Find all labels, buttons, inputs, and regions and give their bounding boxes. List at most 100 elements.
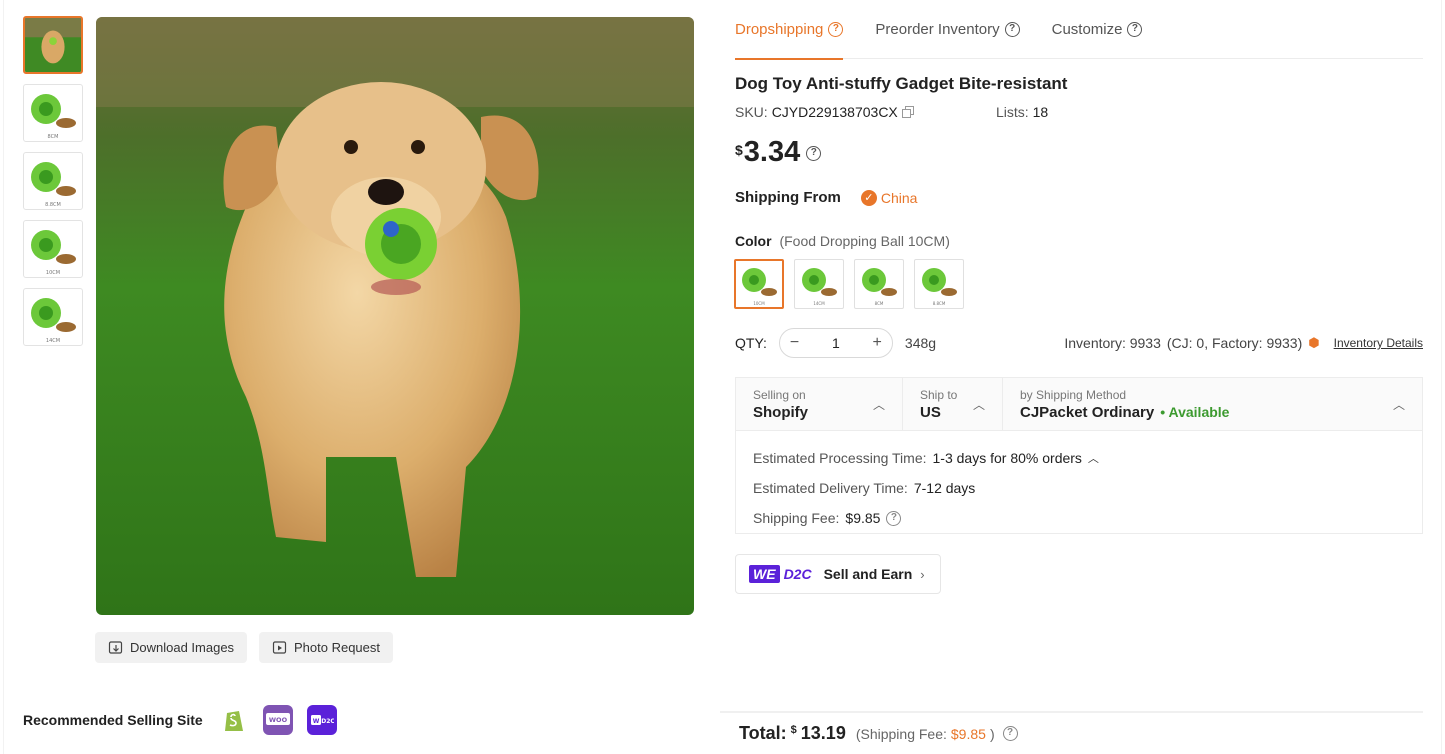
thumbnail-ball-4[interactable]: 14CM — [23, 288, 83, 346]
inventory-details-link[interactable]: Inventory Details — [1334, 336, 1423, 350]
total-fee-prefix: (Shipping Fee: — [855, 725, 947, 742]
total-label: Total: — [739, 723, 787, 743]
inventory: Inventory: 9933 (CJ: 0, Factory: 9933) ⬢… — [1064, 335, 1423, 351]
selling-on-dropdown[interactable]: Selling on Shopify ︿ — [736, 378, 903, 430]
lists-value: 18 — [1032, 104, 1049, 120]
price-currency: $ — [735, 142, 743, 158]
sku-label: SKU: — [735, 104, 768, 120]
processing-value: 1-3 days for 80% orders — [932, 450, 1082, 466]
shopify-icon[interactable] — [218, 705, 249, 735]
shipping-details: Estimated Processing Time: 1-3 days for … — [736, 431, 1422, 545]
left-border — [3, 0, 4, 754]
swatch-size-label: 8CM — [875, 301, 884, 306]
help-icon[interactable]: ? — [886, 510, 902, 526]
tab-customize[interactable]: Customize ? — [1052, 0, 1143, 59]
color-selected: (Food Dropping Ball 10CM) — [779, 233, 950, 249]
ship-to-dropdown[interactable]: Ship to US ︿ — [903, 378, 1003, 430]
processing-time-row: Estimated Processing Time: 1-3 days for … — [753, 443, 1405, 473]
thumb-size-label: 14CM — [46, 338, 60, 344]
shipping-from-option[interactable]: China — [881, 190, 918, 206]
quantity-input[interactable]: 1 — [832, 335, 840, 351]
swatch-size-label: 8.8CM — [933, 301, 946, 306]
shipping-from-label: Shipping From — [735, 189, 841, 206]
help-icon[interactable]: ? — [1004, 22, 1020, 37]
sku-row: SKU: CJYD229138703CX — [735, 104, 914, 120]
color-swatch[interactable]: 8CM — [854, 259, 904, 309]
main-product-image[interactable] — [96, 17, 694, 615]
delivery-label: Estimated Delivery Time: — [753, 480, 908, 496]
lists-count: Lists: 18 — [996, 104, 1048, 120]
color-label: Color — [735, 233, 772, 249]
delivery-time-row: Estimated Delivery Time: 7-12 days — [753, 473, 1405, 503]
delivery-value: 7-12 days — [913, 480, 976, 496]
copy-icon[interactable] — [901, 106, 914, 118]
download-icon — [108, 640, 123, 654]
shipping-selectors: Selling on Shopify ︿ Ship to US ︿ by Shi… — [736, 378, 1422, 431]
download-images-label: Download Images — [130, 640, 235, 655]
increase-button[interactable]: + — [873, 334, 882, 352]
ship-to-label: Ship to — [920, 387, 958, 402]
recommended-selling-site: Recommended Selling Site WOO W D2C — [23, 704, 337, 736]
swatch-size-label: 14CM — [813, 301, 825, 306]
tab-dropshipping[interactable]: Dropshipping ? — [735, 0, 844, 60]
qty-label: QTY: — [735, 335, 767, 351]
recommended-label: Recommended Selling Site — [23, 712, 203, 728]
inventory-count: Inventory: 9933 — [1064, 335, 1161, 351]
price-amount: 3.34 — [743, 136, 801, 168]
d2c-logo: D2C — [783, 566, 812, 582]
swatch-size-label: 10CM — [753, 301, 765, 306]
weight: 348g — [904, 335, 937, 351]
svg-text:W: W — [312, 718, 319, 725]
color-swatch[interactable]: 8.8CM — [914, 259, 964, 309]
sku-value: CJYD229138703CX — [771, 104, 898, 120]
total-currency: $ — [790, 723, 797, 736]
photo-request-label: Photo Request — [294, 640, 381, 655]
price-help-icon[interactable]: ? — [806, 146, 822, 161]
processing-label: Estimated Processing Time: — [753, 450, 927, 466]
woocommerce-icon[interactable]: WOO — [262, 705, 293, 735]
thumbnail-ball-1[interactable]: 8CM — [23, 84, 83, 142]
color-swatch[interactable]: 14CM — [794, 259, 844, 309]
thumb-size-label: 8.8CM — [45, 202, 61, 208]
ship-to-value: US — [920, 403, 941, 421]
sell-and-earn-button[interactable]: WE D2C Sell and Earn › — [735, 554, 941, 594]
thumbnail-ball-3[interactable]: 10CM — [23, 220, 83, 278]
wed2c-icon[interactable]: W D2C — [306, 705, 337, 735]
color-row: Color (Food Dropping Ball 10CM) — [735, 233, 950, 249]
thumb-size-label: 10CM — [46, 270, 60, 276]
inventory-breakdown: (CJ: 0, Factory: 9933) — [1166, 335, 1303, 351]
tab-label: Customize — [1051, 21, 1123, 38]
chevron-up-icon: ︿ — [972, 397, 985, 412]
shipping-fee-label: Shipping Fee: — [753, 510, 840, 526]
video-frame-icon — [272, 640, 287, 654]
price: $ 3.34 ? — [735, 136, 822, 169]
total-amount: 13.19 — [800, 723, 846, 743]
total-fee-suffix: ) — [989, 725, 995, 742]
svg-text:WOO: WOO — [269, 716, 288, 724]
chevron-up-icon: ︿ — [872, 397, 885, 412]
color-swatch[interactable]: 10CM — [734, 259, 784, 309]
help-icon[interactable]: ? — [1127, 22, 1143, 37]
shipping-panel: Selling on Shopify ︿ Ship to US ︿ by Shi… — [735, 377, 1423, 534]
wed2c-logo: WE — [749, 565, 780, 583]
decrease-button[interactable]: − — [790, 334, 799, 352]
tab-label: Dropshipping — [735, 21, 824, 38]
chevron-up-icon[interactable]: ︿ — [1088, 450, 1099, 466]
tab-preorder-inventory[interactable]: Preorder Inventory ? — [875, 0, 1020, 59]
help-icon[interactable]: ? — [828, 22, 844, 37]
shipping-from: Shipping From ✓ China — [735, 189, 917, 206]
chevron-right-icon: › — [920, 566, 925, 582]
help-icon[interactable]: ? — [1002, 726, 1018, 741]
thumbnail-ball-2[interactable]: 8.8CM — [23, 152, 83, 210]
thumbnail-dog[interactable] — [23, 16, 83, 74]
shipping-method-value: CJPacket Ordinary — [1020, 403, 1155, 421]
selling-on-label: Selling on — [753, 387, 806, 402]
thumbnail-list: 8CM 8.8CM 10CM 14CM — [23, 16, 83, 356]
photo-request-button[interactable]: Photo Request — [259, 632, 394, 663]
sell-and-earn-label: Sell and Earn — [823, 566, 913, 582]
shipping-method-dropdown[interactable]: by Shipping Method CJPacket Ordinary • Av… — [1003, 378, 1422, 430]
download-images-button[interactable]: Download Images — [95, 632, 248, 663]
right-border — [1441, 0, 1442, 754]
availability-status: • Available — [1160, 403, 1230, 420]
total-shipping-fee: $9.85 — [950, 725, 986, 742]
